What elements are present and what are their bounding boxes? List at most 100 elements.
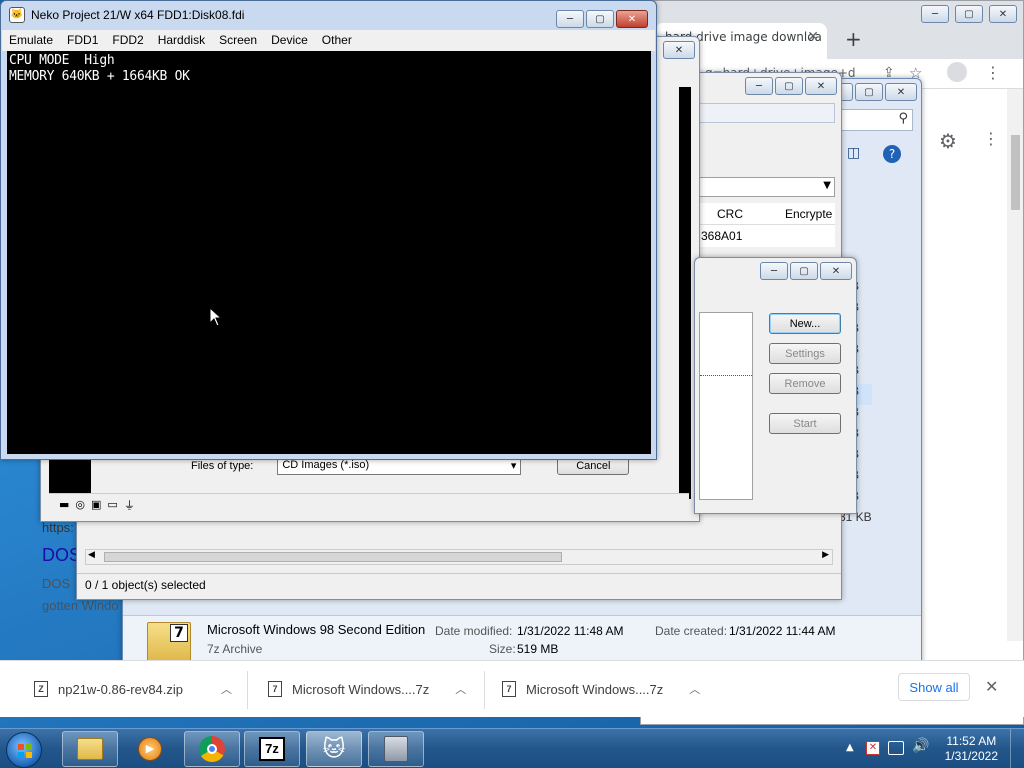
chevron-up-icon[interactable]: ︿ [455,681,466,697]
column-encrypted[interactable]: Encrypte [785,207,832,221]
clock[interactable]: 11:52 AM 1/31/2022 [945,734,998,764]
close-icon[interactable]: ✕ [807,29,819,45]
chrome-icon [199,736,225,762]
help-icon[interactable]: ? [883,145,901,163]
date-created-value: 1/31/2022 11:44 AM [729,624,836,638]
close-button[interactable]: ✕ [805,77,837,95]
download-name: Microsoft Windows....7z [526,681,664,697]
page-link[interactable]: https: [42,520,74,535]
taskbar-chrome[interactable] [184,731,240,767]
window-title: Neko Project 21/W x64 FDD1:Disk08.fdi [31,8,245,22]
maximize-button[interactable]: ▢ [790,262,818,280]
scroll-left-icon[interactable]: ◀ [88,550,95,560]
column-crc[interactable]: CRC [717,207,743,221]
download-item[interactable]: 7 Microsoft Windows....7z ︿ [502,675,700,703]
table-row[interactable]: 368A01 [699,225,835,247]
menu-emulate[interactable]: Emulate [2,30,60,51]
emulator-screen-edge [679,87,691,499]
taskbar-neko-project[interactable]: 🐱 [306,731,362,767]
start-button[interactable] [6,732,42,768]
close-button[interactable]: ✕ [885,83,917,101]
settings-button[interactable]: Settings [769,343,841,364]
emulator-screen[interactable]: CPU MODE High MEMORY 640KB + 1664KB OK [7,51,651,454]
gear-icon[interactable]: ⚙ [939,129,957,153]
page-text: gotten Windo [42,598,119,613]
downloads-bar: Z np21w-0.86-rev84.zip ︿ 7 Microsoft Win… [0,660,1024,717]
hdd-window-controls: ─ ▢ ✕ [760,262,852,280]
file-type: 7z Archive [207,642,263,656]
cat-icon: 🐱 [322,736,346,762]
chevron-up-icon[interactable]: ︿ [221,681,232,697]
chevron-down-icon: ▼ [823,180,831,191]
menu-other[interactable]: Other [315,30,359,51]
hdd-manager-dialog: ─ ▢ ✕ New... Settings Remove Start [694,257,857,514]
download-item[interactable]: Z np21w-0.86-rev84.zip ︿ [34,675,232,703]
clock-date: 1/31/2022 [944,749,998,763]
emulator-status-bar: ▬ ◎ ▣ ▭ ⏚ [49,493,689,515]
new-button[interactable]: New... [769,313,841,334]
maximize-button[interactable]: ▢ [586,10,614,28]
scrollbar-thumb[interactable] [104,552,562,562]
size-value: 519 MB [517,642,559,656]
chevron-up-icon[interactable]: ︿ [689,681,700,697]
scrollbar[interactable] [1007,89,1023,641]
taskbar-hdd-manager[interactable] [368,731,424,767]
profile-avatar[interactable] [947,62,967,82]
menu-harddisk[interactable]: Harddisk [151,30,212,51]
action-center-icon[interactable]: ✕ [866,741,880,755]
show-desktop-button[interactable] [1010,729,1024,768]
close-button[interactable]: ✕ [663,41,695,59]
close-button[interactable]: ✕ [616,10,648,28]
files-of-type-label: Files of type: [191,460,254,472]
menu-icon[interactable]: ⋮ [985,63,1001,82]
minimize-button[interactable]: ─ [745,77,773,95]
tray-chevron-icon[interactable]: ▲ [846,742,854,753]
minimize-button[interactable]: ─ [921,5,949,23]
size-label: Size: [489,642,516,656]
maximize-button[interactable]: ▢ [955,5,983,23]
download-item[interactable]: 7 Microsoft Windows....7z ︿ [268,675,466,703]
remove-button[interactable]: Remove [769,373,841,394]
horizontal-scrollbar[interactable]: ◀ ▶ [85,549,833,565]
menu-device[interactable]: Device [264,30,315,51]
volume-icon[interactable]: 🔊 [912,738,929,754]
menu-screen[interactable]: Screen [212,30,264,51]
download-name: np21w-0.86-rev84.zip [58,681,184,697]
network-icon[interactable] [888,741,904,755]
chrome-window-controls: ─ ▢ ✕ [921,5,1017,23]
dialog-window-controls: ✕ [663,41,695,59]
system-tray: ▲ ✕ 🔊 11:52 AM 1/31/2022 [824,729,1024,768]
hdd-list[interactable] [699,312,753,500]
close-button[interactable]: ✕ [989,5,1017,23]
show-all-button[interactable]: Show all [898,673,970,701]
close-button[interactable]: ✕ [820,262,852,280]
folder-icon: ▭ [107,498,118,511]
status-bar: 0 / 1 object(s) selected [77,573,841,597]
taskbar-explorer[interactable] [62,731,118,767]
close-downloads-icon[interactable]: ✕ [985,677,998,696]
minimize-button[interactable]: ─ [556,10,584,28]
title-bar[interactable]: 🐱 Neko Project 21/W x64 FDD1:Disk08.fdi [9,7,244,23]
path-combo[interactable]: ▼ [699,177,835,197]
page-text: DOS [42,576,71,591]
scrollbar-thumb[interactable] [1011,135,1020,210]
scroll-right-icon[interactable]: ▶ [822,550,829,560]
menu-bar: Emulate FDD1 FDD2 Harddisk Screen Device… [2,30,655,51]
start-button[interactable]: Start [769,413,841,434]
preview-pane-icon[interactable]: ◫ [847,145,860,161]
taskbar-media-player[interactable]: ▶ [122,731,178,767]
maximize-button[interactable]: ▢ [775,77,803,95]
new-tab-button[interactable]: + [845,27,862,51]
7z-file-icon: 7 [268,681,282,697]
windows-logo-icon [18,744,32,758]
menu-fdd2[interactable]: FDD2 [105,30,150,51]
download-name: Microsoft Windows....7z [292,681,430,697]
minimize-button[interactable]: ─ [760,262,788,280]
folder-icon [77,738,103,760]
menu-fdd1[interactable]: FDD1 [60,30,105,51]
screen-line-memory: MEMORY 640KB + 1664KB OK [9,69,190,84]
maximize-button[interactable]: ▢ [855,83,883,101]
more-icon[interactable]: ⋮ [983,129,999,148]
crc-cell: 368A01 [701,229,743,243]
taskbar-7zip[interactable]: 7z [244,731,300,767]
